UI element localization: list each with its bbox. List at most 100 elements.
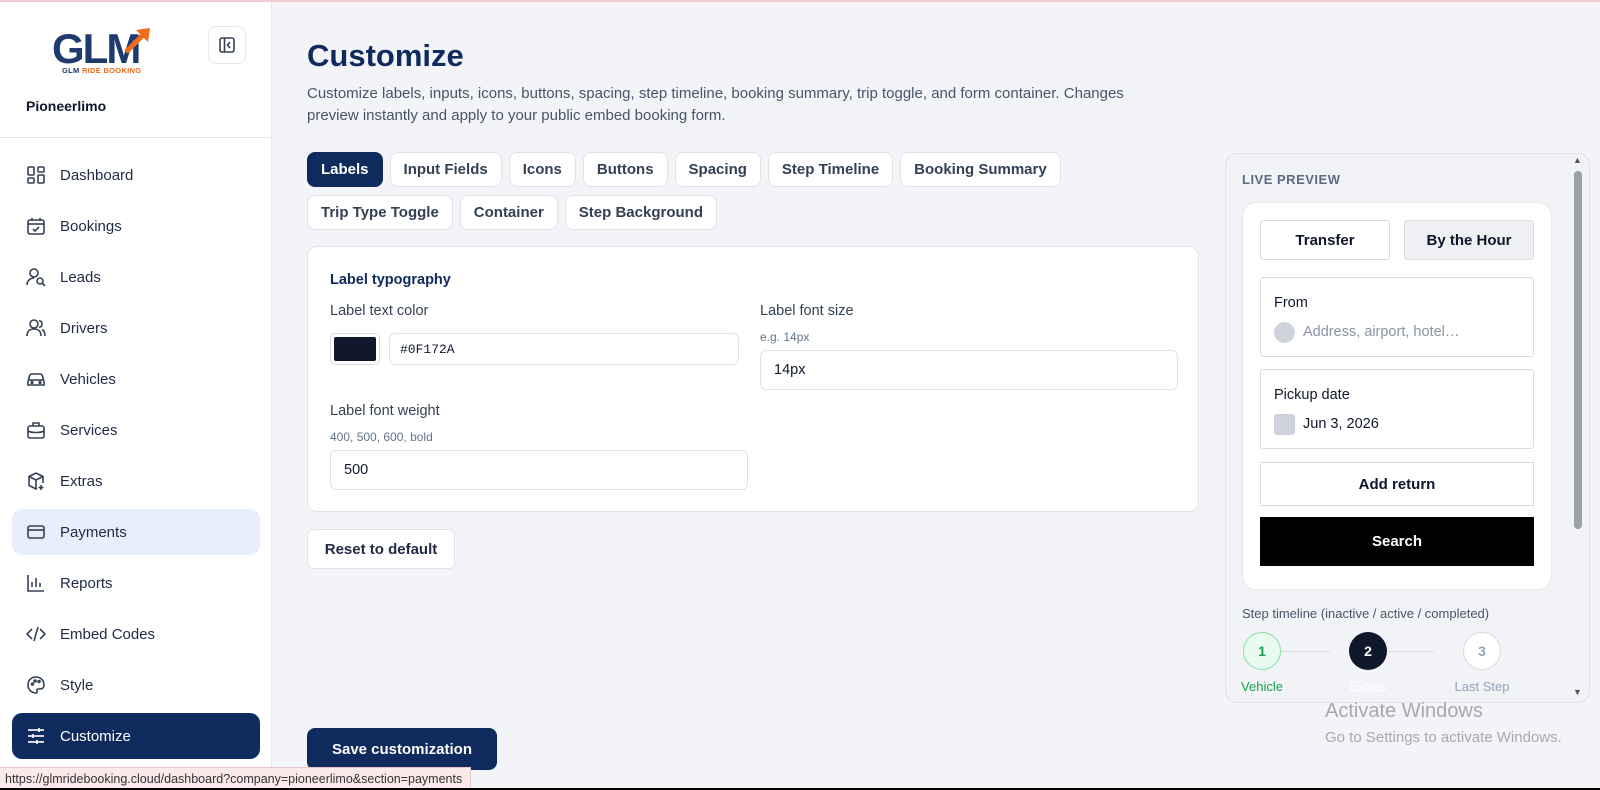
sidebar-item-dashboard[interactable]: Dashboard bbox=[12, 152, 260, 198]
font-size-label: Label font size bbox=[760, 303, 854, 319]
swatch-fill bbox=[334, 337, 376, 361]
search-button[interactable]: Search bbox=[1260, 517, 1534, 566]
brand-header: GLM GLM RIDE BOOKING Pioneerlimo bbox=[0, 2, 271, 138]
sidebar-item-embed-codes[interactable]: Embed Codes bbox=[12, 611, 260, 657]
step-1-caption: Vehicle bbox=[1241, 679, 1283, 694]
pickup-date-field[interactable]: Pickup date Jun 3, 2026 bbox=[1260, 369, 1534, 449]
text-color-swatch[interactable] bbox=[330, 333, 380, 365]
text-color-label: Label text color bbox=[330, 303, 429, 319]
briefcase-icon bbox=[25, 419, 47, 441]
sidebar-item-leads[interactable]: Leads bbox=[12, 254, 260, 300]
sidebar-item-style[interactable]: Style bbox=[12, 662, 260, 708]
sidebar-item-label: Vehicles bbox=[60, 370, 116, 388]
reset-to-default-button[interactable]: Reset to default bbox=[307, 529, 455, 569]
bar-chart-icon bbox=[25, 572, 47, 594]
sidebar-item-bookings[interactable]: Bookings bbox=[12, 203, 260, 249]
sliders-icon bbox=[25, 725, 47, 747]
font-weight-input[interactable]: 500 bbox=[330, 450, 748, 490]
sidebar-item-label: Reports bbox=[60, 574, 113, 592]
car-icon bbox=[25, 368, 47, 390]
palette-icon bbox=[25, 674, 47, 696]
font-size-input[interactable]: 14px bbox=[760, 350, 1178, 390]
panel-collapse-icon bbox=[219, 37, 235, 53]
preview-title: LIVE PREVIEW bbox=[1242, 172, 1341, 187]
tab-step-background[interactable]: Step Background bbox=[564, 195, 717, 230]
font-size-hint: e.g. 14px bbox=[760, 330, 810, 344]
windows-activation-subtitle: Go to Settings to activate Windows. bbox=[1325, 729, 1562, 746]
sidebar-item-customize[interactable]: Customize bbox=[12, 713, 260, 759]
font-weight-label: Label font weight bbox=[330, 403, 440, 419]
sidebar-item-label: Payments bbox=[60, 523, 127, 541]
tab-buttons[interactable]: Buttons bbox=[582, 152, 668, 187]
sidebar: GLM GLM RIDE BOOKING Pioneerlimo Dashboa… bbox=[0, 2, 272, 790]
step-timeline-label: Step timeline (inactive / active / compl… bbox=[1242, 606, 1490, 621]
page-title: Customize bbox=[307, 38, 464, 73]
step-3-inactive: 3 bbox=[1463, 632, 1501, 670]
sidebar-item-label: Style bbox=[60, 676, 94, 694]
tab-container[interactable]: Container bbox=[459, 195, 558, 230]
calendar-icon bbox=[1274, 414, 1295, 435]
collapse-sidebar-button[interactable] bbox=[208, 26, 246, 64]
sidebar-item-label: Dashboard bbox=[60, 166, 134, 184]
windows-activation-title: Activate Windows bbox=[1325, 700, 1483, 722]
font-weight-hint: 400, 500, 600, bold bbox=[330, 430, 433, 444]
logo-arrow-icon bbox=[124, 28, 150, 54]
live-preview-panel: LIVE PREVIEW Transfer By the Hour From A… bbox=[1225, 153, 1590, 703]
company-name: Pioneerlimo bbox=[26, 98, 107, 114]
sidebar-item-label: Customize bbox=[60, 727, 131, 745]
from-placeholder: Address, airport, hotel… bbox=[1303, 324, 1460, 340]
add-return-button[interactable]: Add return bbox=[1260, 462, 1534, 506]
scroll-down-icon[interactable]: ▼ bbox=[1573, 687, 1582, 697]
sidebar-item-reports[interactable]: Reports bbox=[12, 560, 260, 606]
tab-spacing[interactable]: Spacing bbox=[674, 152, 761, 187]
sidebar-item-label: Extras bbox=[60, 472, 103, 490]
location-icon bbox=[1274, 322, 1295, 343]
step-2-active: 2 bbox=[1349, 632, 1387, 670]
tab-booking-summary[interactable]: Booking Summary bbox=[900, 152, 1061, 187]
calendar-check-icon bbox=[25, 215, 47, 237]
sidebar-item-services[interactable]: Services bbox=[12, 407, 260, 453]
preview-booking-form: Transfer By the Hour From Address, airpo… bbox=[1242, 202, 1552, 590]
code-icon bbox=[25, 623, 47, 645]
sidebar-item-payments[interactable]: Payments bbox=[12, 509, 260, 555]
from-field[interactable]: From Address, airport, hotel… bbox=[1260, 277, 1534, 357]
pickup-date-label: Pickup date bbox=[1274, 387, 1350, 403]
tab-trip-type-toggle[interactable]: Trip Type Toggle bbox=[307, 195, 453, 230]
preview-scrollbar[interactable]: ▲ ▼ bbox=[1571, 155, 1585, 701]
tab-icons[interactable]: Icons bbox=[508, 152, 576, 187]
scroll-thumb[interactable] bbox=[1574, 171, 1582, 529]
step-connector bbox=[1388, 651, 1434, 652]
page-description: Customize labels, inputs, icons, buttons… bbox=[307, 85, 1124, 124]
section-title: Label typography bbox=[330, 272, 451, 288]
pickup-date-value: Jun 3, 2026 bbox=[1303, 416, 1379, 432]
from-label: From bbox=[1274, 295, 1308, 311]
save-customization-button[interactable]: Save customization bbox=[307, 728, 497, 770]
tab-step-timeline[interactable]: Step Timeline bbox=[767, 152, 894, 187]
dashboard-icon bbox=[25, 164, 47, 186]
sidebar-item-label: Embed Codes bbox=[60, 625, 156, 643]
step-connector bbox=[1282, 651, 1330, 652]
scroll-up-icon[interactable]: ▲ bbox=[1573, 155, 1582, 165]
text-color-input[interactable]: #0F172A bbox=[389, 333, 739, 365]
sidebar-item-vehicles[interactable]: Vehicles bbox=[12, 356, 260, 402]
sidebar-item-label: Leads bbox=[60, 268, 101, 286]
step-3-caption: Last Step bbox=[1454, 679, 1510, 694]
user-search-icon bbox=[25, 266, 47, 288]
glm-logo[interactable]: GLM GLM RIDE BOOKING bbox=[52, 26, 160, 76]
customize-tabs: Labels Input Fields Icons Buttons Spacin… bbox=[307, 152, 1067, 230]
transfer-toggle[interactable]: Transfer bbox=[1260, 220, 1390, 260]
tab-input-fields[interactable]: Input Fields bbox=[389, 152, 502, 187]
users-icon bbox=[25, 317, 47, 339]
step-1-completed: 1 bbox=[1243, 632, 1281, 670]
package-plus-icon bbox=[25, 470, 47, 492]
step-2-caption: Extras bbox=[1349, 679, 1387, 694]
by-the-hour-toggle[interactable]: By the Hour bbox=[1404, 220, 1534, 260]
tab-labels[interactable]: Labels bbox=[307, 152, 383, 187]
sidebar-item-label: Drivers bbox=[60, 319, 108, 337]
sidebar-item-extras[interactable]: Extras bbox=[12, 458, 260, 504]
label-typography-card: Label typography Label text color #0F172… bbox=[307, 246, 1199, 512]
link-status-bar: https://glmridebooking.cloud/dashboard?c… bbox=[0, 767, 472, 790]
sidebar-item-drivers[interactable]: Drivers bbox=[12, 305, 260, 351]
sidebar-item-label: Bookings bbox=[60, 217, 122, 235]
credit-card-icon bbox=[25, 521, 47, 543]
